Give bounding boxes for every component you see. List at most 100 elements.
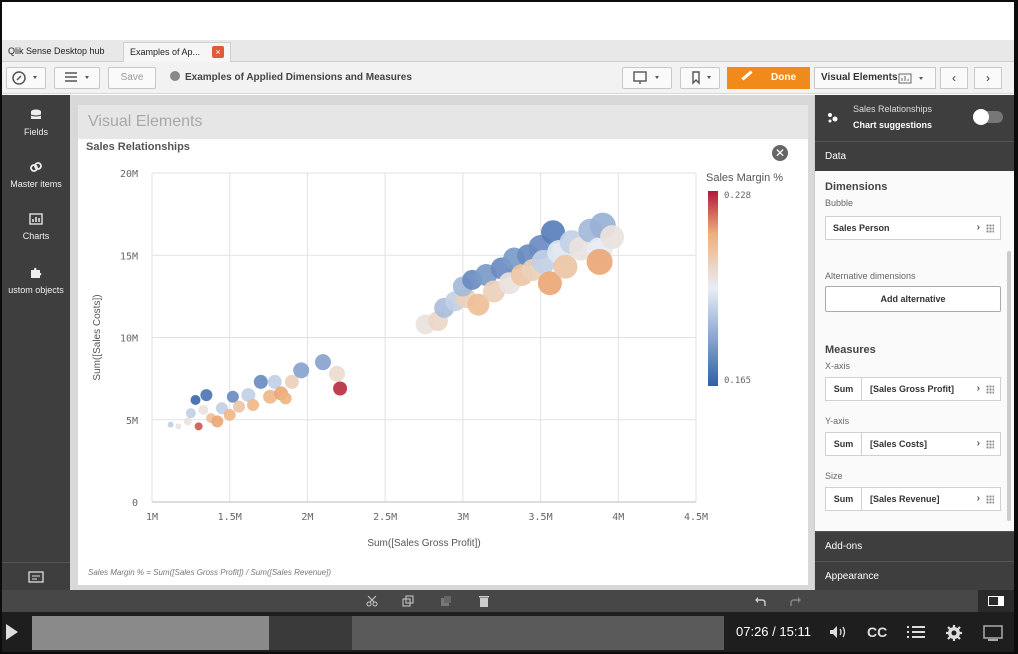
leftbar-item-charts[interactable]: Charts bbox=[2, 213, 70, 241]
edit-bottom-bar bbox=[2, 590, 1014, 612]
scatter-point bbox=[600, 225, 625, 250]
tab-hub[interactable]: Qlik Sense Desktop hub bbox=[2, 42, 120, 62]
global-menu-button[interactable] bbox=[54, 67, 100, 89]
volume-icon[interactable] bbox=[828, 624, 850, 640]
sheet-canvas: Visual Elements 1M 1.5M 2M 2.5M 3M 3.5M 4M 4.5M… bbox=[70, 95, 814, 590]
leftbar-item-custom-objects[interactable]: ustom objects bbox=[2, 267, 70, 295]
compass-icon bbox=[12, 71, 37, 85]
tab-close-icon[interactable]: × bbox=[212, 46, 224, 58]
play-icon[interactable] bbox=[6, 624, 18, 640]
panel-scrollbar[interactable] bbox=[1007, 251, 1011, 521]
measure-size[interactable]: Sum [Sales Revenue] › bbox=[825, 487, 1001, 511]
leftbar-label: Master items bbox=[10, 179, 62, 189]
scatter-point bbox=[183, 417, 192, 426]
drag-handle-icon[interactable] bbox=[986, 385, 994, 394]
sheet-title-bar: Visual Elements bbox=[78, 105, 808, 139]
present-button[interactable] bbox=[622, 67, 672, 89]
copy-icon[interactable] bbox=[402, 595, 414, 607]
section-data[interactable]: Data bbox=[815, 141, 1014, 171]
leftbar-item-fields[interactable]: Fields bbox=[2, 109, 70, 137]
chart-suggestions-label: Chart suggestions bbox=[853, 120, 933, 130]
measure-field-name: [Sales Revenue] bbox=[870, 494, 940, 504]
x-tick-label: 1.5M bbox=[218, 512, 242, 523]
bookmark-icon bbox=[692, 71, 711, 85]
x-tick-label: 1M bbox=[146, 512, 158, 523]
tab-current-app[interactable]: Examples of Ap... × bbox=[123, 42, 231, 62]
measure-field-name: [Sales Gross Profit] bbox=[870, 384, 955, 394]
scatter-plot[interactable]: 1M 1.5M 2M 2.5M 3M 3.5M 4M 4.5M 0 5M 10M 15M 20M Sum(… bbox=[78, 139, 808, 585]
bar-chart-icon bbox=[29, 213, 43, 225]
x-tick-label: 4.5M bbox=[684, 512, 708, 523]
legend-max-label: 0.228 bbox=[724, 191, 751, 201]
scatter-point bbox=[194, 422, 203, 431]
next-sheet-button[interactable]: › bbox=[974, 67, 1002, 89]
x-tick-label: 3M bbox=[457, 512, 469, 523]
bookmarks-button[interactable] bbox=[680, 67, 720, 89]
trash-icon[interactable] bbox=[478, 595, 490, 607]
app-title: Examples of Applied Dimensions and Measu… bbox=[170, 71, 412, 83]
y-tick-label: 0 bbox=[132, 498, 138, 509]
navigation-menu-button[interactable] bbox=[6, 67, 46, 89]
scatter-icon bbox=[828, 113, 838, 123]
fullscreen-icon[interactable] bbox=[982, 624, 1004, 642]
y-axis-label: Sum([Sales Costs]) bbox=[92, 294, 103, 380]
data-section-body: Dimensions Bubble Sales Person › Alterna… bbox=[815, 171, 1014, 531]
section-appearance[interactable]: Appearance bbox=[815, 561, 1014, 591]
chevron-right-icon: › bbox=[976, 383, 980, 394]
y-tick-label: 15M bbox=[120, 251, 138, 262]
chart-suggestions-toggle[interactable] bbox=[973, 109, 1003, 125]
chapters-list-icon[interactable] bbox=[906, 624, 926, 640]
save-button[interactable]: Save bbox=[108, 67, 156, 89]
sheet-selector-label: Visual Elements bbox=[821, 72, 898, 83]
leftbar-item-master-items[interactable]: Master items bbox=[2, 161, 70, 189]
drag-handle-icon[interactable] bbox=[986, 224, 994, 233]
chevron-right-icon: › bbox=[976, 493, 980, 504]
scatter-point bbox=[279, 392, 292, 405]
x-tick-label: 4M bbox=[612, 512, 624, 523]
closed-captions-icon[interactable]: CC bbox=[866, 624, 890, 640]
scatter-chart-object[interactable]: 1M 1.5M 2M 2.5M 3M 3.5M 4M 4.5M 0 5M 10M 15M 20M Sum(… bbox=[78, 139, 808, 585]
measure-x-axis[interactable]: Sum [Sales Gross Profit] › bbox=[825, 377, 1001, 401]
drag-handle-icon[interactable] bbox=[986, 495, 994, 504]
cut-icon[interactable] bbox=[366, 595, 378, 607]
tab-hub-label: Qlik Sense Desktop hub bbox=[8, 46, 105, 56]
dimension-sales-person[interactable]: Sales Person › bbox=[825, 216, 1001, 240]
link-icon bbox=[30, 162, 42, 172]
y-tick-label: 5M bbox=[126, 416, 138, 427]
sheet-title[interactable]: Visual Elements bbox=[88, 113, 202, 131]
measure-axis-label: Size bbox=[825, 471, 843, 481]
scatter-point bbox=[190, 395, 201, 406]
legend-color-bar bbox=[708, 191, 718, 386]
scatter-point bbox=[247, 398, 260, 411]
database-icon bbox=[30, 109, 42, 119]
measure-aggregation: Sum bbox=[826, 433, 862, 455]
add-alternative-button[interactable]: Add alternative bbox=[825, 286, 1001, 312]
paste-icon[interactable] bbox=[440, 595, 452, 607]
properties-object-name: Sales Relationships bbox=[853, 104, 933, 114]
app-title-text: Examples of Applied Dimensions and Measu… bbox=[185, 72, 412, 83]
x-tick-label: 2.5M bbox=[373, 512, 397, 523]
y-tick-label: 10M bbox=[120, 334, 138, 345]
leftbar-label: Fields bbox=[23, 127, 48, 137]
done-button[interactable]: Done bbox=[727, 67, 810, 89]
prev-sheet-button[interactable]: ‹ bbox=[940, 67, 968, 89]
x-tick-label: 3.5M bbox=[529, 512, 553, 523]
settings-gear-icon[interactable] bbox=[944, 624, 964, 642]
video-time: 07:26 / 15:11 bbox=[736, 624, 811, 639]
redo-icon[interactable] bbox=[790, 595, 802, 607]
panel-toggle-button[interactable] bbox=[978, 590, 1014, 612]
section-add-ons[interactable]: Add-ons bbox=[815, 531, 1014, 561]
y-tick-label: 20M bbox=[120, 169, 138, 180]
video-progress-bar[interactable] bbox=[32, 616, 724, 650]
scatter-point bbox=[333, 381, 348, 396]
measures-heading: Measures bbox=[825, 344, 876, 356]
leftbar-collapse[interactable] bbox=[2, 562, 70, 590]
undo-icon[interactable] bbox=[754, 595, 766, 607]
measure-axis-label: X-axis bbox=[825, 361, 851, 371]
measure-y-axis[interactable]: Sum [Sales Costs] › bbox=[825, 432, 1001, 456]
close-icon[interactable]: ✕ bbox=[772, 145, 788, 161]
sheet-selector[interactable]: Visual Elements bbox=[814, 67, 936, 89]
drag-handle-icon[interactable] bbox=[986, 440, 994, 449]
scatter-point bbox=[198, 404, 209, 415]
legend-min-label: 0.165 bbox=[724, 376, 751, 386]
